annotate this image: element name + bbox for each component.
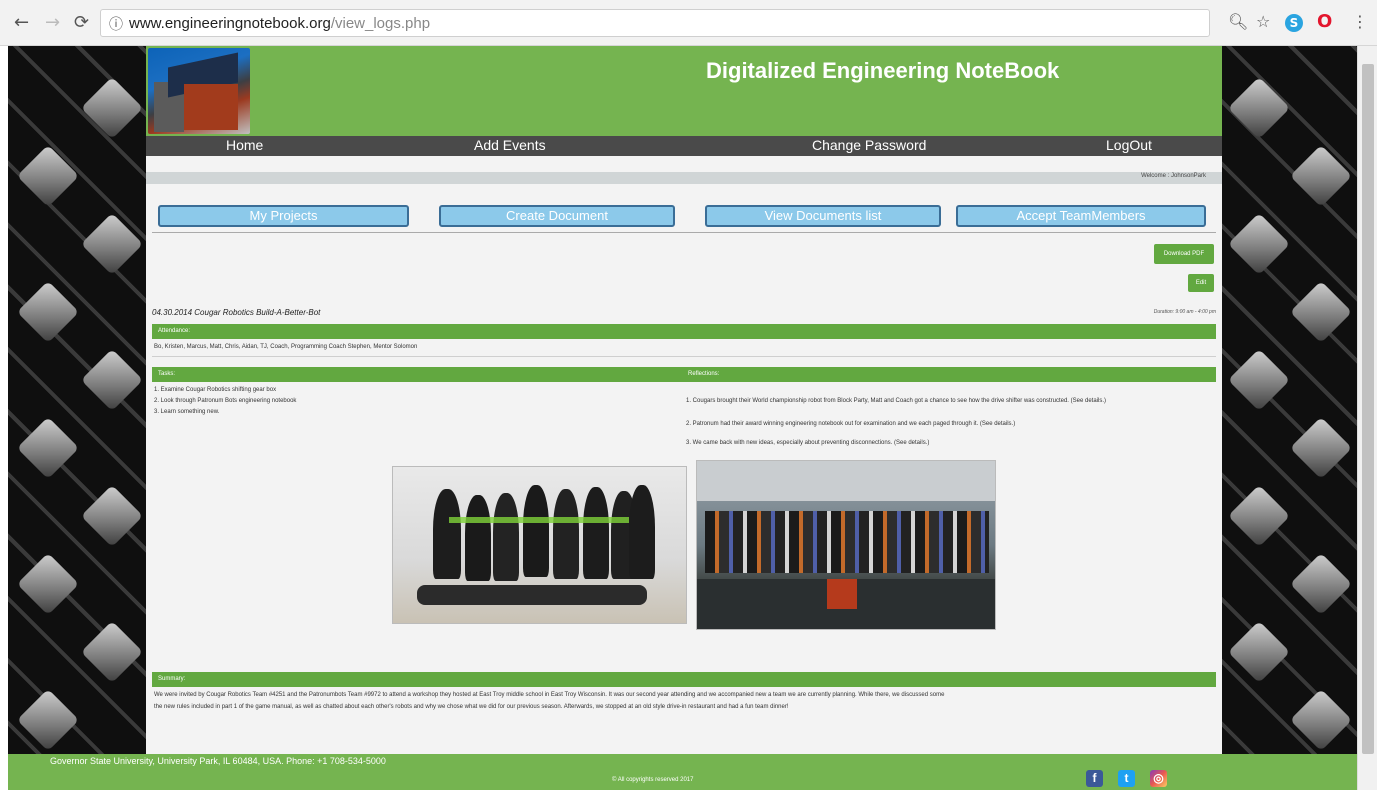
team-photo-image — [392, 466, 687, 624]
event-duration: Duration: 9:00 am - 4:00 pm — [1153, 309, 1216, 315]
nav-change-password[interactable]: Change Password — [812, 137, 926, 153]
view-documents-button[interactable]: View Documents list — [705, 205, 941, 227]
reload-icon[interactable]: ⟳ — [74, 12, 89, 33]
attendance-text: Bo, Kristen, Marcus, Matt, Chris, Aidan,… — [154, 344, 418, 350]
welcome-bar: Welcome : JohnsonPark — [146, 172, 1222, 184]
summary-text-line: the new rules included in part 1 of the … — [154, 704, 789, 710]
nav-home[interactable]: Home — [226, 137, 263, 153]
task-item: 1. Examine Cougar Robotics shifting gear… — [154, 387, 277, 393]
building-logo-image — [148, 48, 250, 134]
group-photo-image — [696, 460, 996, 630]
summary-heading: Summary: — [152, 672, 1216, 687]
address-bar[interactable]: ⓘ www.engineeringnotebook.org/view_logs.… — [100, 9, 1210, 37]
reflection-item: 2. Patronum had their award winning engi… — [686, 421, 1016, 427]
my-projects-button[interactable]: My Projects — [158, 205, 409, 227]
main-content: Digitalized Engineering NoteBook Home Ad… — [146, 46, 1222, 754]
summary-text-line: We were invited by Cougar Robotics Team … — [154, 692, 945, 698]
facebook-icon[interactable]: f — [1086, 770, 1103, 787]
browser-toolbar: ← → ⟳ ⓘ www.engineeringnotebook.org/view… — [0, 0, 1377, 46]
skype-extension-icon[interactable]: S — [1285, 14, 1303, 32]
task-item: 2. Look through Patronum Bots engineerin… — [154, 398, 297, 404]
url-host: www.engineeringnotebook.org — [129, 15, 331, 32]
site-title: Digitalized Engineering NoteBook — [706, 58, 1060, 83]
nav-add-events[interactable]: Add Events — [474, 137, 546, 153]
right-decorative-pattern — [1221, 46, 1357, 754]
page-viewport: Digitalized Engineering NoteBook Home Ad… — [8, 46, 1357, 790]
scrollbar-thumb[interactable] — [1362, 64, 1374, 754]
separator — [152, 356, 1216, 357]
bookmark-star-icon[interactable]: ☆ — [1256, 12, 1270, 31]
site-header: Digitalized Engineering NoteBook — [146, 46, 1222, 136]
accept-team-members-button[interactable]: Accept TeamMembers — [956, 205, 1206, 227]
left-decorative-pattern — [8, 46, 148, 754]
forward-arrow-icon[interactable]: → — [45, 12, 60, 33]
download-pdf-button[interactable]: Download PDF — [1154, 244, 1214, 264]
reflection-item: 1. Cougars brought their World champions… — [686, 398, 1106, 404]
back-arrow-icon[interactable]: ← — [14, 12, 29, 33]
welcome-text: Welcome : JohnsonPark — [1141, 173, 1206, 179]
vertical-scrollbar[interactable] — [1357, 46, 1377, 790]
url-path: /view_logs.php — [330, 15, 431, 32]
reflections-heading: Reflections: — [682, 367, 1216, 382]
info-icon[interactable]: ⓘ — [109, 14, 123, 34]
opera-extension-icon[interactable]: O — [1317, 11, 1332, 32]
event-title: 04.30.2014 Cougar Robotics Build-A-Bette… — [152, 308, 321, 317]
create-document-button[interactable]: Create Document — [439, 205, 675, 227]
task-item: 3. Learn something new. — [154, 409, 220, 415]
site-footer: Governor State University, University Pa… — [8, 754, 1357, 790]
twitter-icon[interactable]: t — [1118, 770, 1135, 787]
tasks-heading: Tasks: — [152, 367, 682, 382]
menu-kebab-icon[interactable]: ⋮ — [1352, 12, 1368, 31]
attendance-heading: Attendance: — [152, 324, 1216, 339]
nav-logout[interactable]: LogOut — [1106, 137, 1152, 153]
top-navigation: Home Add Events Change Password LogOut — [146, 136, 1222, 156]
zoom-icon[interactable]: 🔍︎ — [1228, 12, 1248, 31]
instagram-icon[interactable]: ◎ — [1150, 770, 1167, 787]
url-text: www.engineeringnotebook.org/view_logs.ph… — [129, 15, 430, 32]
footer-copyright: © All copyrights reserved 2017 — [612, 777, 694, 783]
reflection-item: 3. We came back with new ideas, especial… — [686, 440, 930, 446]
divider — [152, 232, 1216, 233]
edit-button[interactable]: Edit — [1188, 274, 1214, 292]
footer-address: Governor State University, University Pa… — [50, 756, 386, 766]
